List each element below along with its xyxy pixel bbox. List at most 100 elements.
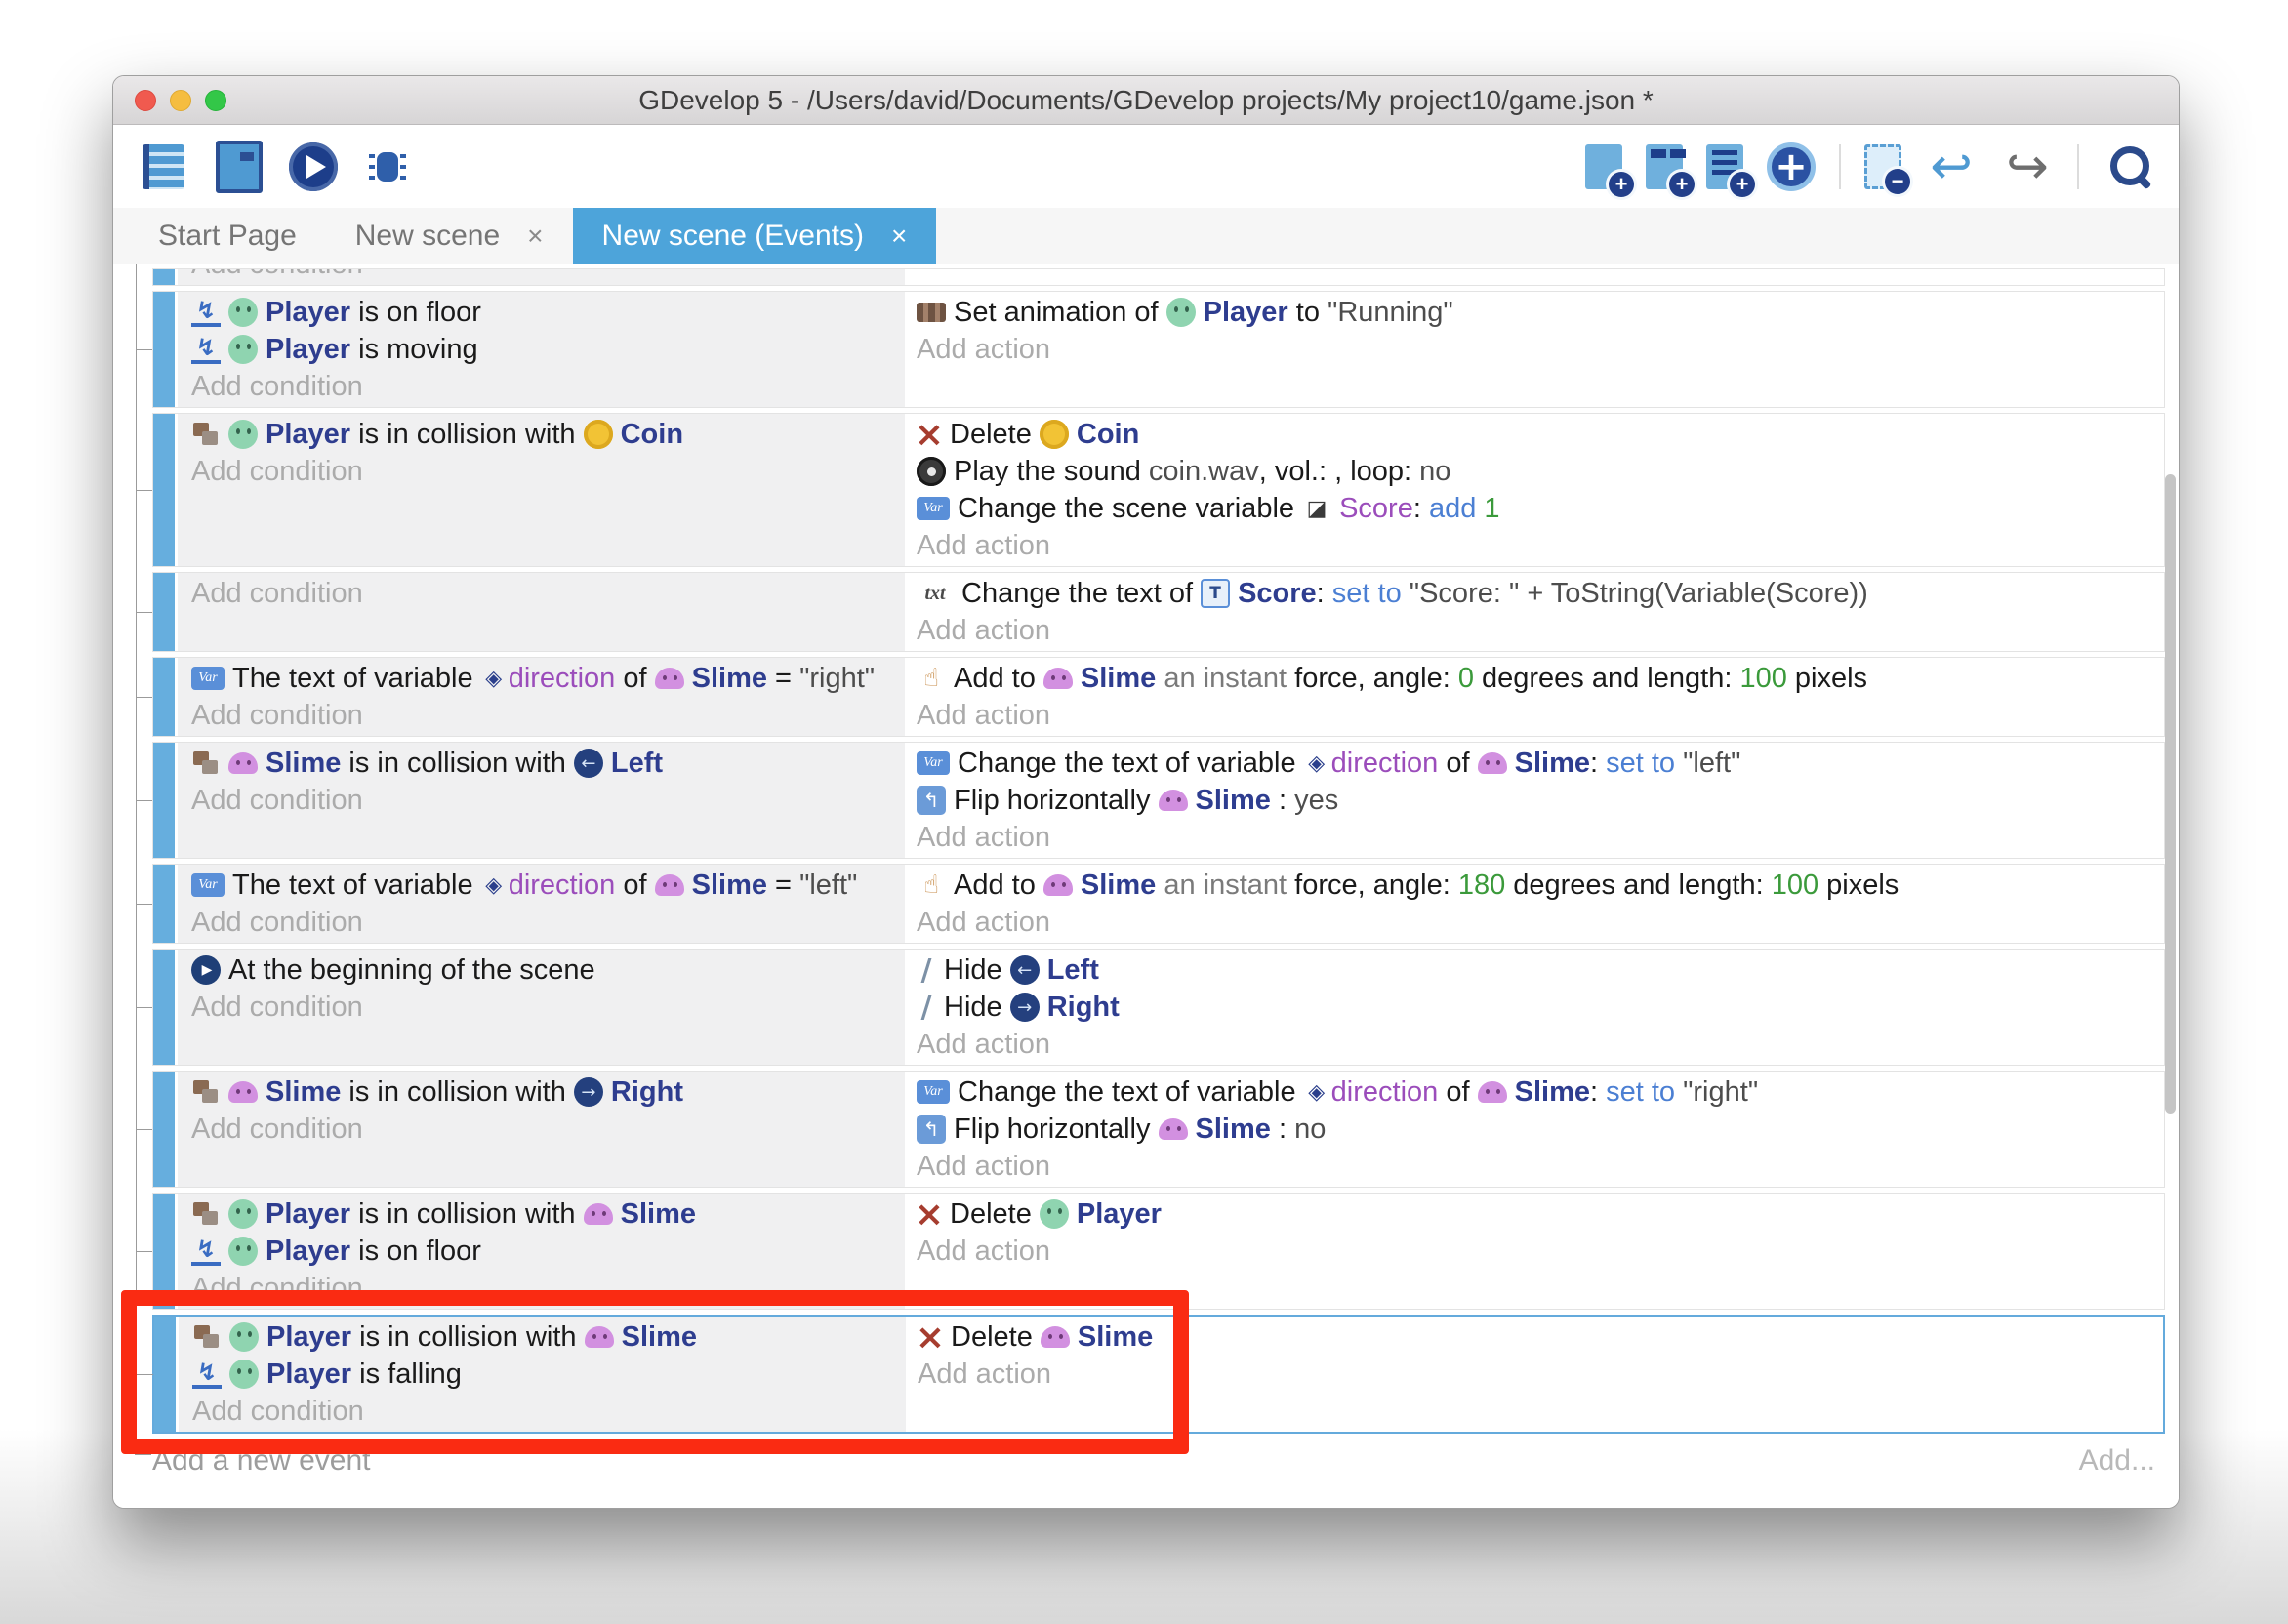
condition-line[interactable]: Player is in collision with Coin: [191, 416, 905, 453]
action-line[interactable]: Flip horizontally Slime : no: [917, 1111, 2164, 1148]
text-segment: "left": [799, 870, 857, 902]
tab-new-scene-events[interactable]: New scene (Events)×: [573, 208, 937, 264]
actions-cell: Add to Slime an instant force, angle: 0 …: [905, 658, 2164, 736]
add-action-button[interactable]: Add action: [917, 612, 2164, 649]
add-condition-button[interactable]: Add condition: [191, 989, 905, 1026]
action-line[interactable]: Change the text of variable direction of…: [917, 745, 2164, 782]
variable-icon: [917, 497, 950, 520]
condition-line[interactable]: Player is in collision with Slime: [191, 1196, 905, 1233]
undo-icon[interactable]: [1925, 141, 1978, 193]
add-action-button[interactable]: Add action: [917, 1026, 2164, 1063]
preview-icon[interactable]: [289, 142, 338, 191]
add-condition-button[interactable]: Add condition: [191, 1111, 905, 1148]
text-segment: direction: [1331, 1076, 1439, 1109]
zoom-button[interactable]: [205, 90, 226, 111]
condition-line[interactable]: Player is moving: [191, 331, 905, 368]
add-button[interactable]: Add...: [2079, 1444, 2155, 1478]
add-subevent-icon[interactable]: [1646, 144, 1683, 189]
action-line[interactable]: Add to Slime an instant force, angle: 0 …: [917, 660, 2164, 697]
add-condition-button[interactable]: Add condition: [191, 453, 905, 490]
action-line[interactable]: Play the sound coin.wav, vol.: , loop: n…: [917, 453, 2164, 490]
add-condition-button[interactable]: Add condition: [191, 575, 905, 612]
tab-start-page[interactable]: Start Page: [129, 208, 326, 264]
action-line[interactable]: Hide Left: [917, 952, 2164, 989]
event-drag-bar[interactable]: [153, 658, 175, 736]
event-row[interactable]: Slime is in collision with RightAdd cond…: [152, 1071, 2165, 1188]
action-line[interactable]: Change the scene variable Score: add 1: [917, 490, 2164, 527]
remove-event-icon[interactable]: [1864, 144, 1901, 189]
condition-line[interactable]: Slime is in collision with Left: [191, 745, 905, 782]
condition-line[interactable]: The text of variable direction of Slime …: [191, 660, 905, 697]
text-segment: "Running": [1328, 297, 1453, 329]
actions-cell: Change the text of variable direction of…: [905, 1072, 2164, 1187]
add-comment-icon[interactable]: [1706, 144, 1743, 189]
add-action-button[interactable]: Add action: [917, 904, 2164, 941]
search-icon[interactable]: [2103, 141, 2155, 193]
add-action-button[interactable]: Add action: [917, 1148, 2164, 1185]
add-condition-button[interactable]: Add condition: [191, 268, 905, 283]
event-row[interactable]: Player is on floorPlayer is movingAdd co…: [152, 291, 2165, 408]
condition-line[interactable]: Player is on floor: [191, 1233, 905, 1270]
add-condition-button[interactable]: Add condition: [191, 697, 905, 734]
hide-icon: [917, 993, 936, 1022]
event-drag-bar[interactable]: [153, 292, 175, 407]
event-drag-bar[interactable]: [153, 950, 175, 1065]
action-line[interactable]: Change the text of variable direction of…: [917, 1074, 2164, 1111]
event-drag-bar[interactable]: [153, 269, 175, 285]
close-tab-icon[interactable]: ×: [527, 221, 543, 252]
close-button[interactable]: [135, 90, 156, 111]
run-icon: [191, 335, 221, 364]
event-row[interactable]: The text of variable direction of Slime …: [152, 657, 2165, 737]
add-circle-icon[interactable]: [1767, 142, 1816, 191]
event-drag-bar[interactable]: [153, 573, 175, 651]
condition-line[interactable]: At the beginning of the scene: [191, 952, 905, 989]
action-line[interactable]: Change the text of Score: set to "Score:…: [917, 575, 2164, 612]
action-line[interactable]: Add to Slime an instant force, angle: 18…: [917, 867, 2164, 904]
close-tab-icon[interactable]: ×: [891, 221, 907, 252]
add-event-icon[interactable]: [1585, 144, 1622, 189]
event-row[interactable]: Add condition: [152, 268, 2165, 286]
condition-line[interactable]: The text of variable direction of Slime …: [191, 867, 905, 904]
add-action-button[interactable]: Add action: [917, 819, 2164, 856]
text-segment: pixels: [1787, 663, 1867, 695]
tab-label: Start Page: [158, 220, 297, 253]
action-line[interactable]: Delete Coin: [917, 416, 2164, 453]
action-line[interactable]: Hide Right: [917, 989, 2164, 1026]
actions-cell: Add to Slime an instant force, angle: 18…: [905, 865, 2164, 943]
action-line[interactable]: Set animation of Player to "Running": [917, 294, 2164, 331]
scrollbar-thumb[interactable]: [2165, 474, 2176, 1114]
add-condition-button[interactable]: Add condition: [191, 904, 905, 941]
action-line[interactable]: Delete Player: [917, 1196, 2164, 1233]
event-row[interactable]: Add condition Change the text of Score: s…: [152, 572, 2165, 652]
add-action-button[interactable]: Add action: [917, 697, 2164, 734]
event-drag-bar[interactable]: [153, 865, 175, 943]
add-action-button[interactable]: Add action: [917, 1233, 2164, 1270]
scene-editor-icon[interactable]: [213, 141, 266, 193]
event-drag-bar[interactable]: [153, 1072, 175, 1187]
tab-new-scene[interactable]: New scene×: [326, 208, 573, 264]
text-segment: of: [615, 870, 654, 902]
redo-icon[interactable]: [2001, 141, 2054, 193]
event-row[interactable]: The text of variable direction of Slime …: [152, 864, 2165, 944]
collision-icon: [191, 749, 221, 778]
add-condition-button[interactable]: Add condition: [191, 368, 905, 405]
project-manager-icon[interactable]: [137, 141, 189, 193]
event-row[interactable]: Player is in collision with CoinAdd cond…: [152, 413, 2165, 567]
condition-line[interactable]: Slime is in collision with Right: [191, 1074, 905, 1111]
debug-icon[interactable]: [361, 141, 414, 193]
player-icon: [228, 298, 258, 327]
action-line[interactable]: Flip horizontally Slime : yes: [917, 782, 2164, 819]
event-row[interactable]: At the beginning of the sceneAdd conditi…: [152, 949, 2165, 1066]
event-drag-bar[interactable]: [153, 743, 175, 858]
text-segment: Slime: [1515, 1076, 1590, 1109]
animation-icon: [917, 303, 946, 322]
condition-line[interactable]: Player is on floor: [191, 294, 905, 331]
minimize-button[interactable]: [170, 90, 191, 111]
event-drag-bar[interactable]: [153, 414, 175, 566]
add-condition-button[interactable]: Add condition: [191, 782, 905, 819]
right-object-icon: [1010, 993, 1040, 1022]
add-action-button[interactable]: Add action: [917, 331, 2164, 368]
event-row[interactable]: Slime is in collision with LeftAdd condi…: [152, 742, 2165, 859]
add-action-button[interactable]: Add action: [917, 527, 2164, 564]
text-segment: Left: [1047, 954, 1099, 987]
